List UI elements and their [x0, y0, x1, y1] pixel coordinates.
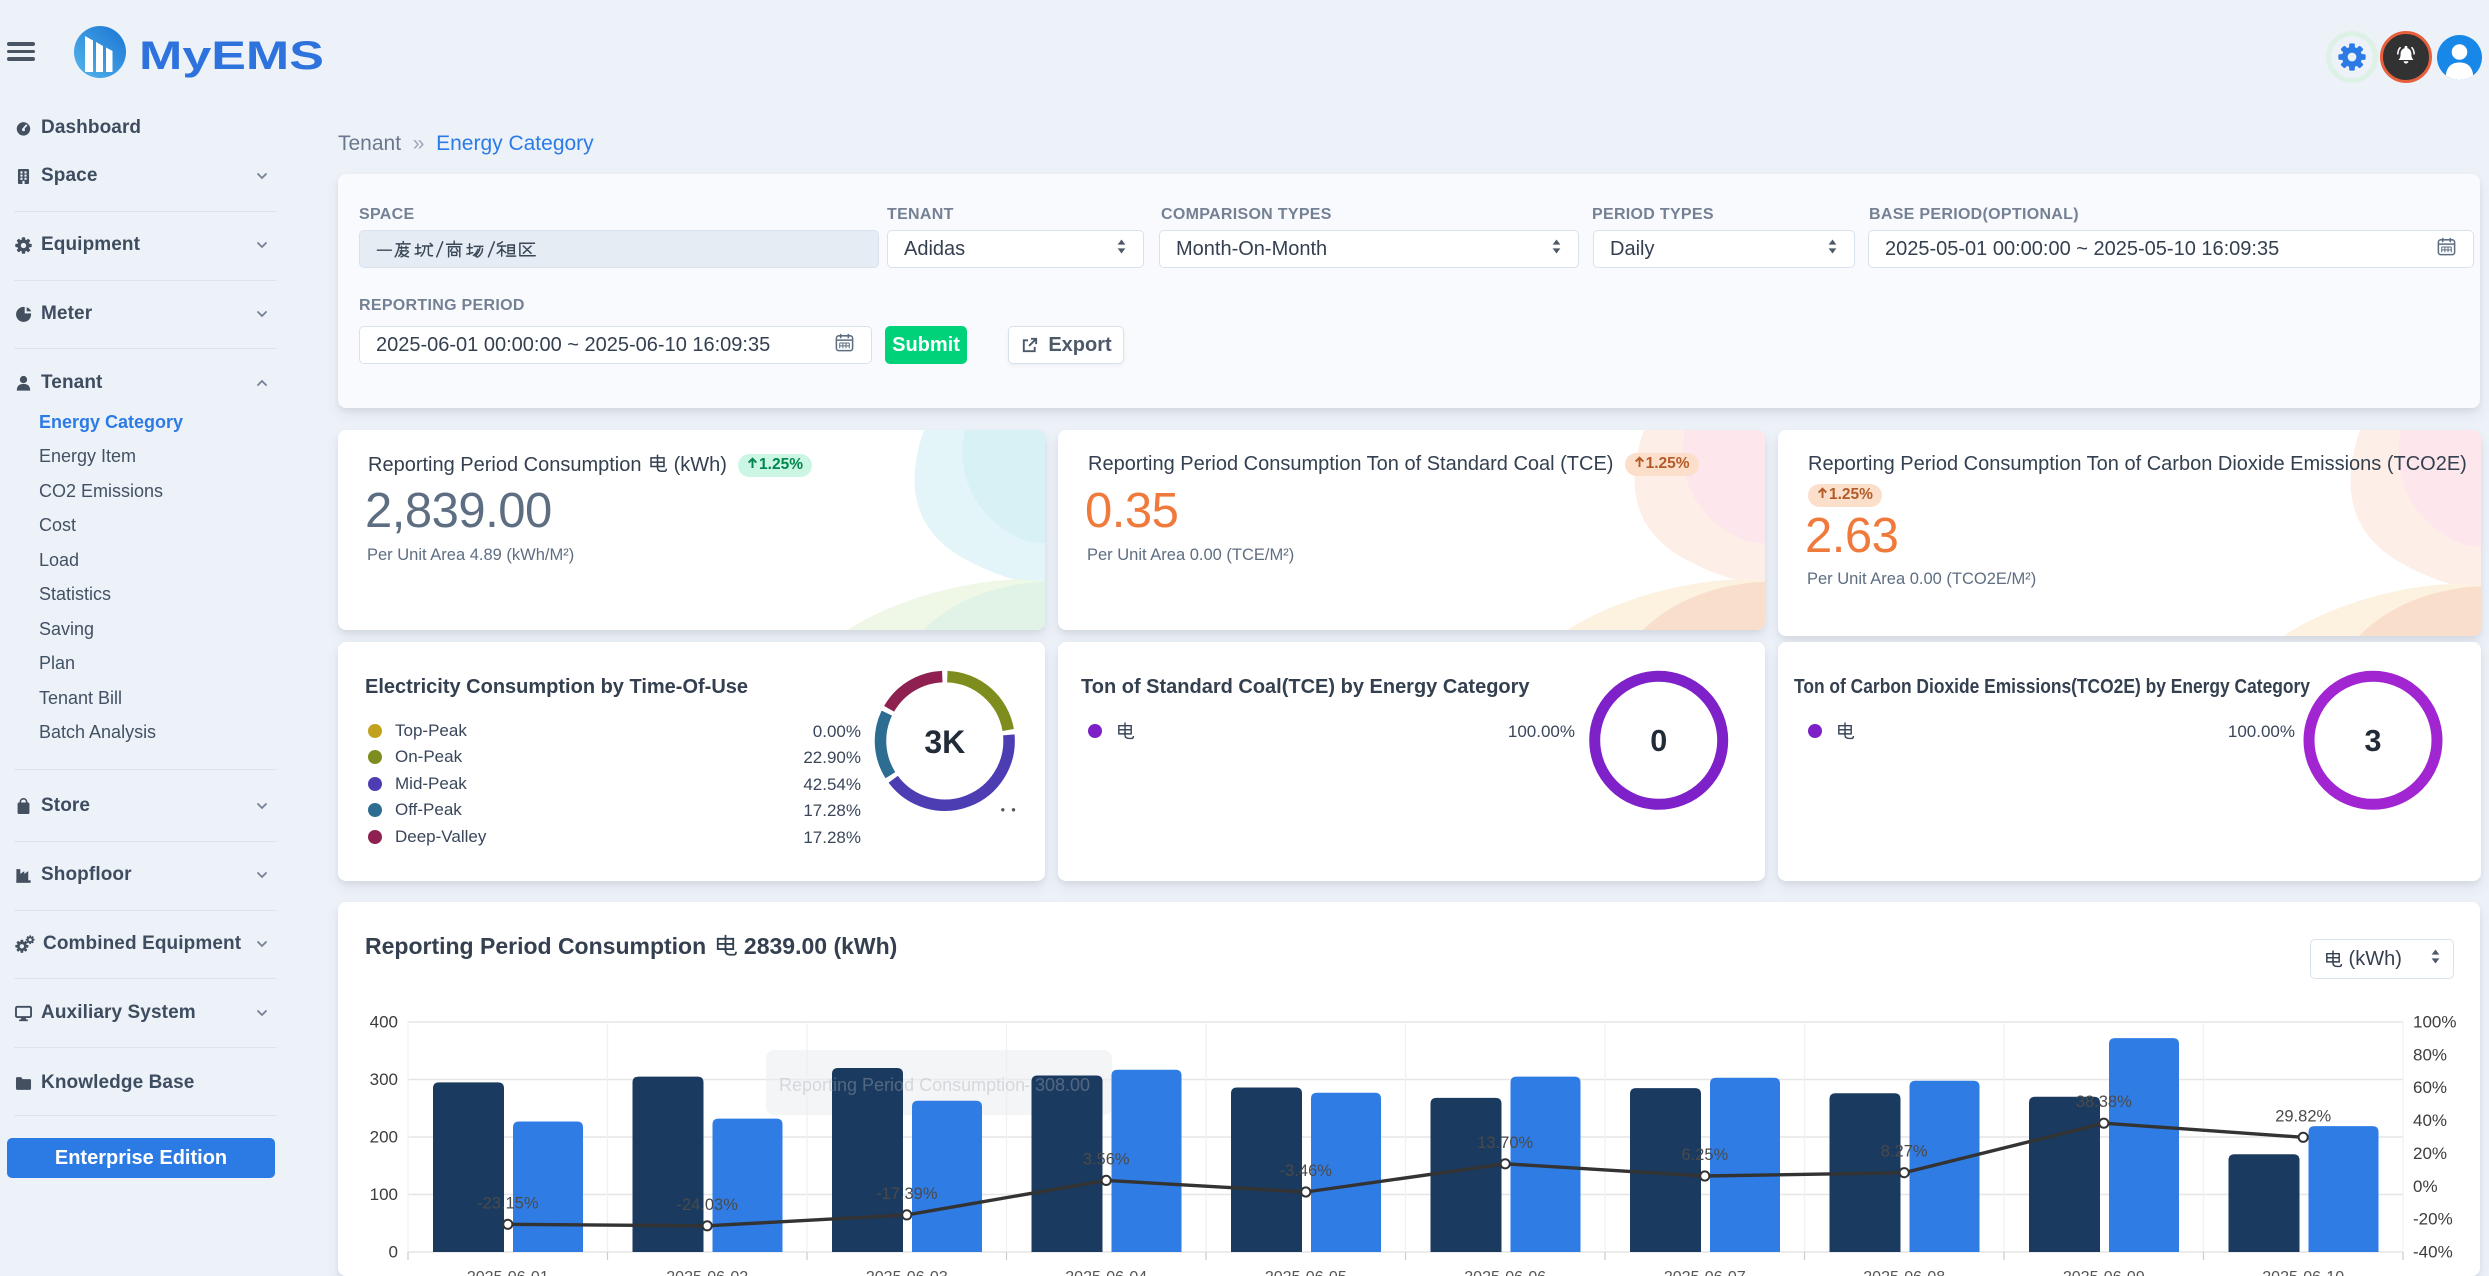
svg-text:Reporting Period Consumption: Reporting Period Consumption [779, 1075, 1025, 1095]
svg-text:2025-06-09: 2025-06-09 [2063, 1269, 2145, 1276]
svg-text:300: 300 [370, 1070, 398, 1089]
svg-text:-20%: -20% [2413, 1210, 2453, 1229]
svg-text:2025-06-01: 2025-06-01 [467, 1269, 549, 1276]
svg-text:400: 400 [370, 1013, 398, 1032]
svg-text:3.56%: 3.56% [1083, 1150, 1130, 1168]
svg-text:3K: 3K [924, 724, 965, 760]
svg-text:- 308.00: - 308.00 [1024, 1075, 1090, 1095]
svg-text:29.82%: 29.82% [2275, 1107, 2331, 1125]
svg-text:6.25%: 6.25% [1681, 1146, 1728, 1164]
svg-text:-17.39%: -17.39% [876, 1185, 938, 1203]
svg-text:-40%: -40% [2413, 1243, 2453, 1262]
svg-text:-3.46%: -3.46% [1280, 1162, 1333, 1180]
svg-text:40%: 40% [2413, 1111, 2447, 1130]
svg-text:-24.03%: -24.03% [676, 1196, 738, 1214]
svg-text:100%: 100% [2413, 1013, 2456, 1032]
svg-text:3: 3 [2365, 724, 2382, 758]
svg-text:2025-06-07: 2025-06-07 [1664, 1269, 1746, 1276]
svg-text:100: 100 [370, 1185, 398, 1204]
svg-text:200: 200 [370, 1128, 398, 1147]
svg-text:2025-06-06: 2025-06-06 [1464, 1269, 1546, 1276]
svg-text:60%: 60% [2413, 1078, 2447, 1097]
svg-text:2025-06-08: 2025-06-08 [1863, 1269, 1945, 1276]
svg-text:2025-06-03: 2025-06-03 [866, 1269, 948, 1276]
svg-text:20%: 20% [2413, 1144, 2447, 1163]
svg-text:-23.15%: -23.15% [477, 1194, 539, 1212]
svg-text:80%: 80% [2413, 1045, 2447, 1064]
svg-text:2025-06-02: 2025-06-02 [666, 1269, 748, 1276]
svg-text:0: 0 [389, 1243, 398, 1262]
svg-text:2025-06-04: 2025-06-04 [1065, 1269, 1147, 1276]
svg-text:38.38%: 38.38% [2076, 1093, 2132, 1111]
svg-text:0: 0 [1650, 724, 1667, 758]
svg-text:2025-06-05: 2025-06-05 [1265, 1269, 1347, 1276]
svg-text:8.27%: 8.27% [1881, 1143, 1928, 1161]
svg-text:2025-06-10: 2025-06-10 [2262, 1269, 2344, 1276]
svg-text:13.70%: 13.70% [1477, 1134, 1533, 1152]
svg-text:0%: 0% [2413, 1177, 2438, 1196]
